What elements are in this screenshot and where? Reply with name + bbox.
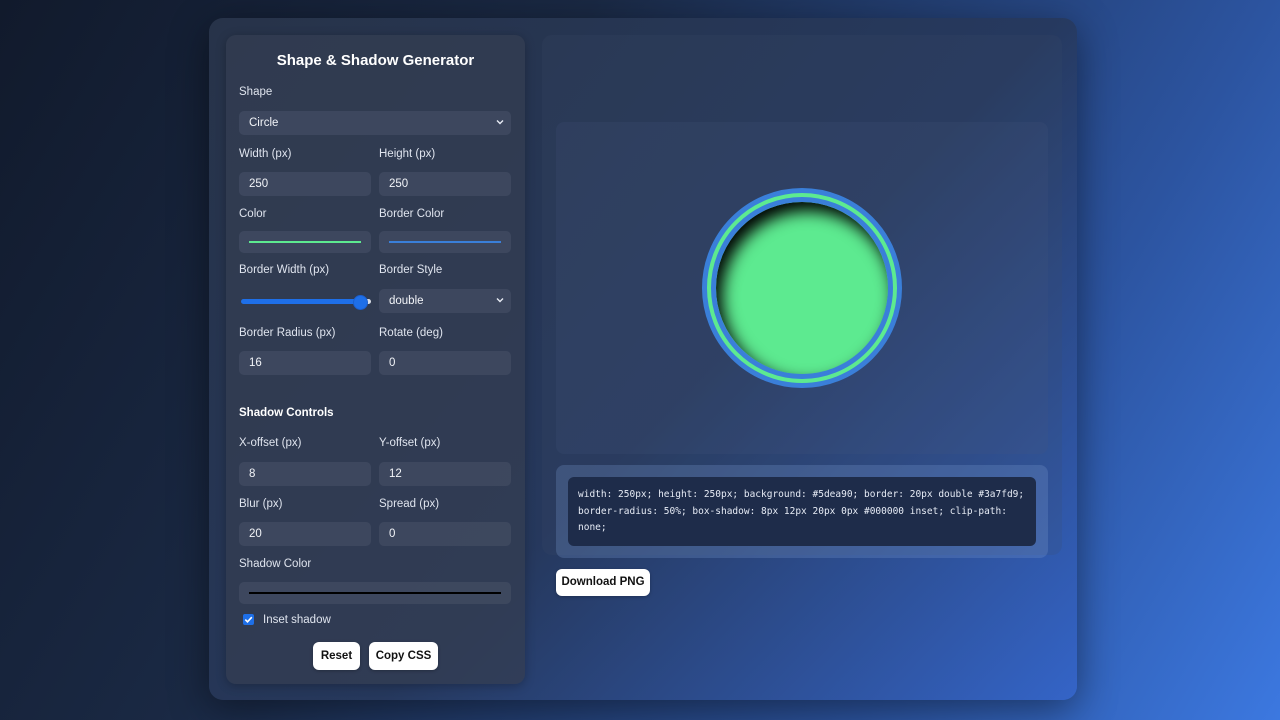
- border-color-label: Border Color: [379, 208, 445, 220]
- border-style-value: double: [389, 295, 424, 307]
- shadow-color-picker[interactable]: [239, 582, 511, 604]
- preview-shape: [702, 188, 902, 388]
- blur-input[interactable]: 20: [239, 522, 371, 546]
- chevron-down-icon: [496, 296, 504, 303]
- blur-label: Blur (px): [239, 498, 283, 510]
- border-style-label: Border Style: [379, 264, 443, 276]
- color-picker[interactable]: [239, 231, 371, 253]
- panel-title: Shape & Shadow Generator: [276, 52, 475, 69]
- y-offset-input[interactable]: 12: [379, 462, 511, 486]
- border-width-slider[interactable]: [241, 299, 371, 304]
- border-color-picker[interactable]: [379, 231, 511, 253]
- chevron-down-icon: [496, 118, 504, 125]
- y-offset-label: Y-offset (px): [379, 437, 441, 449]
- rotate-input[interactable]: 0: [379, 351, 511, 375]
- shape-label: Shape: [239, 86, 273, 98]
- download-png-button[interactable]: Download PNG: [556, 569, 650, 596]
- spread-input[interactable]: 0: [379, 522, 511, 546]
- border-radius-input[interactable]: 16: [239, 351, 371, 375]
- shape-select-value: Circle: [249, 117, 279, 129]
- width-input[interactable]: 250: [239, 172, 371, 196]
- inset-shadow-checkbox[interactable]: [243, 614, 254, 625]
- border-width-label: Border Width (px): [239, 264, 330, 276]
- shadow-color-label: Shadow Color: [239, 558, 312, 570]
- width-label: Width (px): [239, 148, 292, 160]
- rotate-label: Rotate (deg): [379, 327, 443, 339]
- copy-css-button[interactable]: Copy CSS: [369, 642, 438, 670]
- height-label: Height (px): [379, 148, 436, 160]
- color-swatch: [249, 241, 361, 243]
- color-label: Color: [239, 208, 267, 220]
- css-output-code: width: 250px; height: 250px; background:…: [568, 477, 1036, 546]
- border-color-swatch: [389, 241, 501, 243]
- reset-button[interactable]: Reset: [313, 642, 360, 670]
- spread-label: Spread (px): [379, 498, 440, 510]
- border-width-slider-thumb[interactable]: [353, 295, 368, 310]
- border-style-select[interactable]: double: [379, 289, 511, 313]
- x-offset-input[interactable]: 8: [239, 462, 371, 486]
- border-radius-label: Border Radius (px): [239, 327, 336, 339]
- shadow-section-title: Shadow Controls: [239, 407, 334, 419]
- height-input[interactable]: 250: [379, 172, 511, 196]
- shape-select[interactable]: Circle: [239, 111, 511, 135]
- shadow-color-swatch: [249, 592, 501, 594]
- x-offset-label: X-offset (px): [239, 437, 302, 449]
- inset-shadow-label: Inset shadow: [263, 614, 331, 626]
